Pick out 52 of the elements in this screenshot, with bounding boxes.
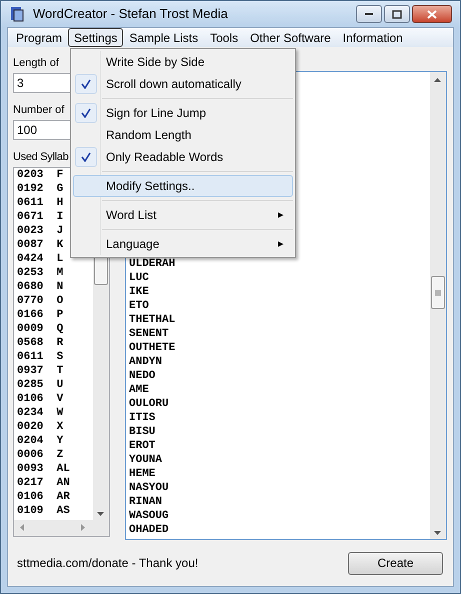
syllable-entry: 0020 X bbox=[17, 420, 64, 434]
generated-word: LUC bbox=[129, 271, 150, 286]
syllable-entry: 0937 T bbox=[17, 364, 64, 378]
generated-word: WASOUG bbox=[129, 509, 170, 524]
generated-word: OUTHETE bbox=[129, 341, 176, 356]
syllable-entry: 0671 I bbox=[17, 210, 64, 224]
syllable-entry: 0109 AS bbox=[17, 504, 71, 518]
generated-word: YOUNA bbox=[129, 453, 164, 468]
field-label: Length of bbox=[13, 56, 59, 72]
syllable-entry: 0006 Z bbox=[17, 448, 64, 462]
syllable-entry: 0166 P bbox=[17, 308, 64, 322]
syllable-entry: 0680 N bbox=[17, 280, 64, 294]
syllable-entry: 0568 R bbox=[17, 336, 64, 350]
generated-word: HEME bbox=[129, 467, 156, 482]
generated-word: RINAN bbox=[129, 495, 164, 510]
window-title: WordCreator - Stefan Trost Media bbox=[33, 5, 228, 24]
generated-word: ULDERAH bbox=[129, 257, 176, 272]
generated-word: NEDO bbox=[129, 369, 156, 384]
syllable-entry: 0203 F bbox=[17, 168, 64, 182]
syllable-entry: 0192 G bbox=[17, 182, 64, 196]
generated-word: ANDYN bbox=[129, 355, 164, 370]
syllable-entry: 0009 Q bbox=[17, 322, 64, 336]
field-label: Used Syllab bbox=[13, 150, 68, 166]
generated-word: IKE bbox=[129, 285, 150, 300]
syllable-entry: 0424 L bbox=[17, 252, 64, 266]
syllable-entry: 0285 U bbox=[17, 378, 64, 392]
field-label: Number of bbox=[13, 103, 64, 118]
generated-word: EROT bbox=[129, 439, 156, 454]
syllable-entry: 0087 K bbox=[17, 238, 64, 252]
syllable-entry: 0204 Y bbox=[17, 434, 64, 448]
syllable-entry: 0106 AR bbox=[17, 490, 71, 504]
generated-word: OHADED bbox=[129, 523, 170, 538]
syllable-entry: 0253 M bbox=[17, 266, 64, 280]
generated-word: AME bbox=[129, 383, 150, 398]
syllable-entry: 0770 O bbox=[17, 294, 64, 308]
submenu-arrow-icon: ▸ bbox=[278, 236, 284, 252]
generated-word: THETHAL bbox=[129, 313, 176, 328]
syllable-entry: 0611 H bbox=[17, 196, 64, 210]
generated-word: BISU bbox=[129, 425, 156, 440]
generated-word: ITIS bbox=[129, 411, 156, 426]
donate-text: sttmedia.com/donate - Thank you! bbox=[17, 555, 198, 572]
syllable-entry: 0234 W bbox=[17, 406, 64, 420]
syllable-entry: 0611 S bbox=[17, 350, 64, 364]
syllable-entry: 0093 AL bbox=[17, 462, 71, 476]
syllable-entry: 0217 AN bbox=[17, 476, 71, 490]
syllable-entry: 0106 V bbox=[17, 392, 64, 406]
generated-word: OULORU bbox=[129, 397, 170, 412]
generated-word: SENENT bbox=[129, 327, 170, 342]
generated-word: ETO bbox=[129, 299, 150, 314]
syllable-entry: 0023 J bbox=[17, 224, 64, 238]
generated-word: NASYOU bbox=[129, 481, 170, 496]
submenu-arrow-icon: ▸ bbox=[278, 206, 284, 224]
